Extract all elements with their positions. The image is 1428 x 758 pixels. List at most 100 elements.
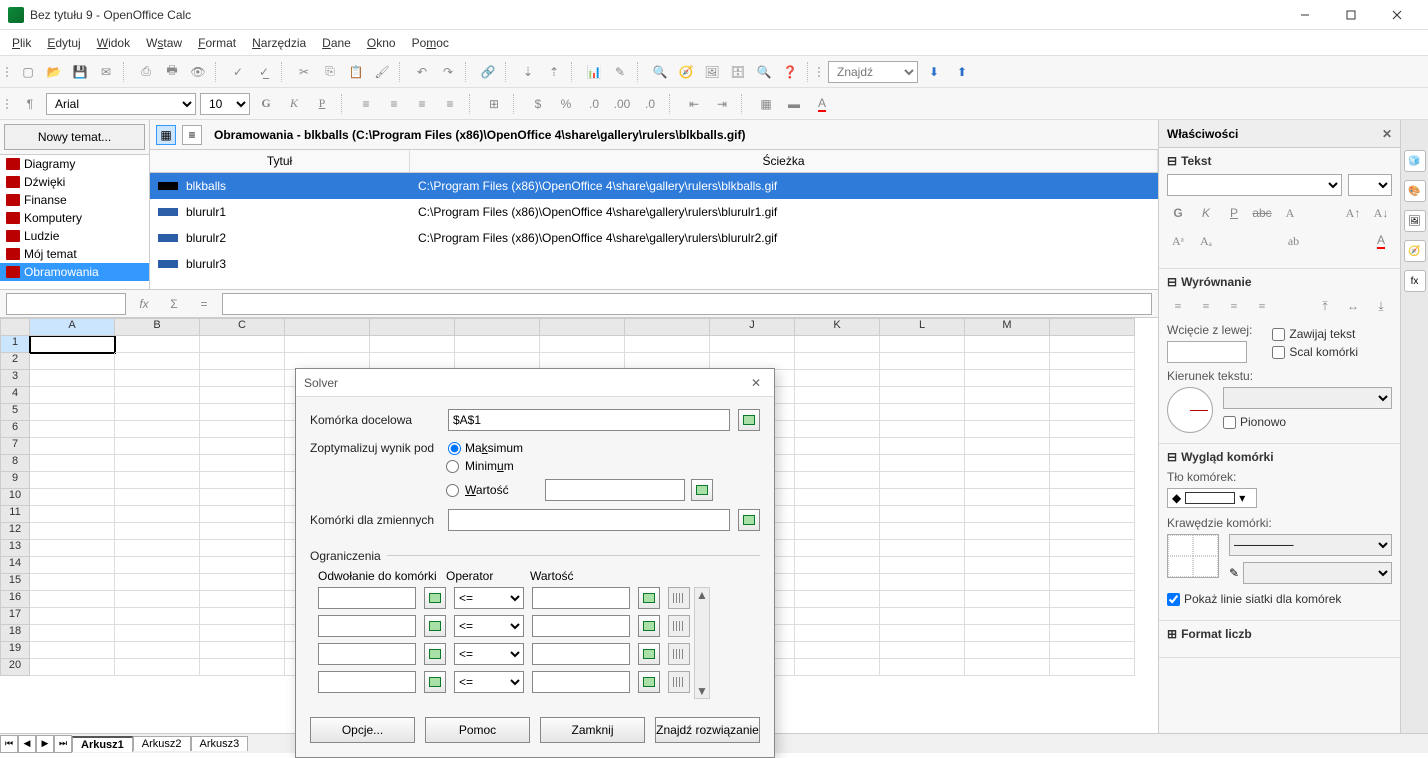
constraint-val[interactable]	[532, 643, 630, 665]
cell[interactable]	[200, 540, 285, 557]
help-icon[interactable]: ❓	[778, 60, 802, 84]
shrink-button[interactable]	[638, 615, 660, 637]
cell[interactable]	[115, 608, 200, 625]
cell[interactable]	[795, 472, 880, 489]
cell[interactable]	[115, 404, 200, 421]
constraint-ref[interactable]	[318, 587, 416, 609]
col-header[interactable]	[285, 318, 370, 336]
cell[interactable]	[965, 387, 1050, 404]
panel-close-icon[interactable]: ✕	[1382, 127, 1392, 141]
help-button[interactable]: Pomoc	[425, 717, 530, 743]
cell[interactable]	[795, 659, 880, 676]
shadow-icon[interactable]: A	[1279, 202, 1301, 224]
cell[interactable]	[965, 557, 1050, 574]
constraint-val[interactable]	[532, 587, 630, 609]
cell[interactable]	[200, 489, 285, 506]
font-color-icon[interactable]: A	[1370, 230, 1392, 252]
fontcolor-icon[interactable]: A	[810, 92, 834, 116]
cell[interactable]	[880, 455, 965, 472]
cell[interactable]	[965, 421, 1050, 438]
cell[interactable]	[30, 591, 115, 608]
angle-dial[interactable]	[1167, 387, 1213, 433]
sheet-prev-button[interactable]: ◀	[18, 735, 36, 753]
equals-icon[interactable]: =	[192, 292, 216, 316]
menu-window[interactable]: Okno	[359, 33, 404, 53]
constraint-val[interactable]	[532, 615, 630, 637]
cell[interactable]	[1050, 438, 1135, 455]
cell[interactable]	[965, 608, 1050, 625]
super-icon[interactable]: Aᵃ	[1167, 230, 1189, 252]
select-all-corner[interactable]	[0, 318, 30, 336]
cell[interactable]	[30, 540, 115, 557]
cell[interactable]	[30, 387, 115, 404]
shrink-font-icon[interactable]: A↓	[1370, 202, 1392, 224]
find-replace-icon[interactable]: 🔍	[648, 60, 672, 84]
sort-desc-icon[interactable]: ⇡	[542, 60, 566, 84]
view-list-button[interactable]: ≡	[182, 125, 202, 145]
gallery-row[interactable]: blurulr1 C:\Program Files (x86)\OpenOffi…	[150, 199, 1158, 225]
cell[interactable]	[1050, 540, 1135, 557]
cell[interactable]	[1050, 625, 1135, 642]
row-header[interactable]: 5	[0, 404, 30, 421]
align-right-icon[interactable]: ≡	[1223, 295, 1245, 317]
cell[interactable]	[200, 472, 285, 489]
cell[interactable]	[115, 472, 200, 489]
cell[interactable]	[30, 523, 115, 540]
view-icons-button[interactable]: ▦	[156, 125, 176, 145]
cell[interactable]	[200, 455, 285, 472]
cell[interactable]	[200, 625, 285, 642]
cell[interactable]	[30, 659, 115, 676]
col-header[interactable]	[540, 318, 625, 336]
italic-icon[interactable]: K	[282, 92, 306, 116]
row-header[interactable]: 13	[0, 540, 30, 557]
col-header[interactable]	[370, 318, 455, 336]
find-next-icon[interactable]: ⬇	[922, 60, 946, 84]
cell[interactable]	[880, 336, 965, 353]
cell[interactable]	[965, 438, 1050, 455]
cell[interactable]	[200, 404, 285, 421]
sub-icon[interactable]: Aₐ	[1195, 230, 1217, 252]
cell[interactable]	[965, 642, 1050, 659]
cell[interactable]	[965, 455, 1050, 472]
fx-wizard-icon[interactable]: fx	[132, 292, 156, 316]
email-icon[interactable]: ✉	[94, 60, 118, 84]
menu-insert[interactable]: Wstaw	[138, 33, 190, 53]
cell[interactable]	[965, 659, 1050, 676]
shrink-button[interactable]	[638, 587, 660, 609]
cell[interactable]	[1050, 421, 1135, 438]
cell[interactable]	[795, 387, 880, 404]
cell[interactable]	[1050, 489, 1135, 506]
constraint-op[interactable]: <=	[454, 587, 524, 609]
cell[interactable]	[965, 353, 1050, 370]
cell[interactable]	[880, 387, 965, 404]
shrink-button[interactable]	[424, 587, 446, 609]
cell[interactable]	[200, 353, 285, 370]
cell[interactable]	[30, 642, 115, 659]
cell[interactable]	[200, 523, 285, 540]
cell[interactable]	[200, 574, 285, 591]
autospell-icon[interactable]: ✓̲	[252, 60, 276, 84]
row-header[interactable]: 11	[0, 506, 30, 523]
menu-edit[interactable]: Edytuj	[39, 33, 88, 53]
cell[interactable]	[625, 336, 710, 353]
cell[interactable]	[30, 438, 115, 455]
sidebar-tab-gallery[interactable]: 🖼	[1404, 210, 1426, 232]
cell[interactable]	[1050, 574, 1135, 591]
cell[interactable]	[30, 421, 115, 438]
border-preview[interactable]	[1167, 534, 1219, 578]
font-size-select[interactable]	[1348, 174, 1392, 196]
align-left-icon[interactable]: ≡	[1167, 295, 1189, 317]
align-left-icon[interactable]: ≡	[354, 92, 378, 116]
target-cell-input[interactable]	[448, 409, 730, 431]
name-box[interactable]	[6, 293, 126, 315]
gallery-icon[interactable]: 🖼	[700, 60, 724, 84]
cell[interactable]	[880, 659, 965, 676]
paste-icon[interactable]: 📋	[344, 60, 368, 84]
sheet-tab[interactable]: Arkusz2	[133, 736, 191, 751]
row-header[interactable]: 16	[0, 591, 30, 608]
align-center-icon[interactable]: ≡	[1195, 295, 1217, 317]
cell[interactable]	[965, 336, 1050, 353]
gallery-row[interactable]: blurulr2 C:\Program Files (x86)\OpenOffi…	[150, 225, 1158, 251]
bold-icon[interactable]: G	[254, 92, 278, 116]
cell[interactable]	[370, 336, 455, 353]
